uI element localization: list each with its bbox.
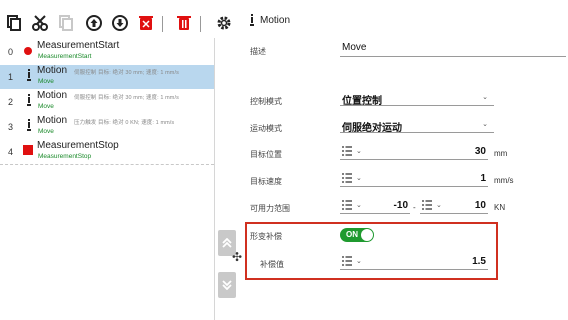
target-speed-label: 目标速度 [250,177,282,186]
properties-title: Motion [260,14,291,26]
toolbar-separator [162,16,163,32]
row-name: MeasurementStop [37,140,119,151]
cut-icon[interactable] [30,12,50,34]
motion-icon [27,69,31,81]
list-icon [342,146,352,156]
force-min-field[interactable]: ⌄ -10 [340,197,410,214]
target-position-unit: mm [494,149,508,158]
settings-icon[interactable] [214,12,234,34]
list-item[interactable]: 3 Motion 压力触发 目标: 绝对 0 KN; 速度: 1 mm/s Mo… [0,115,214,139]
target-speed-field[interactable]: ⌄ 1 [340,170,488,187]
chevron-down-icon: ⌄ [482,121,488,128]
toolbar [0,12,240,38]
row-name: Motion [37,115,68,126]
motion-icon [27,119,31,131]
toolbar-separator [200,16,201,32]
list-icon [342,173,352,183]
target-position-value: 30 [474,146,486,157]
description-value: Move [342,42,367,53]
row-name: MeasurementStart [37,40,120,51]
row-params: 伺服控制 目标: 绝对 30 mm; 速度: 1 mm/s [74,70,179,76]
chevron-double-up-icon [222,238,232,248]
properties-header: Motion [250,14,290,26]
row-name: Motion [37,65,68,76]
chevron-down-icon: ⌄ [436,202,442,209]
target-speed-value: 1 [480,173,486,184]
force-min-value: -10 [393,200,408,211]
list-icon [342,200,352,210]
row-subtitle: MeasurementStop [38,153,92,160]
move-up-icon[interactable] [84,12,104,34]
chevron-down-icon: ⌄ [356,175,362,182]
motion-icon [27,94,31,106]
delete-icon[interactable] [174,12,194,34]
row-index: 0 [8,47,14,57]
chevron-down-icon: ⌄ [356,202,362,209]
measurement-stop-icon [23,145,33,155]
motion-mode-value: 伺服绝对运动 [342,123,402,134]
row-subtitle: Move [38,103,54,110]
list-icon [422,200,432,210]
target-speed-unit: mm/s [494,176,514,185]
row-index: 3 [8,122,14,132]
row-index: 1 [8,72,14,82]
chevron-double-down-icon [222,280,232,290]
target-position-field[interactable]: ⌄ 30 [340,143,488,160]
list-item[interactable]: 0 MeasurementStart MeasurementStart [0,40,214,64]
row-name: Motion [37,90,68,101]
sequence-list: 0 MeasurementStart MeasurementStart 1 Mo… [0,38,215,320]
force-max-field[interactable]: ⌄ 10 [420,197,488,214]
force-range-label: 可用力范围 [250,204,290,213]
row-index: 4 [8,147,14,157]
row-index: 2 [8,97,14,107]
motion-icon [250,14,254,26]
force-range-separator: - [413,203,416,212]
row-subtitle: MeasurementStart [38,53,92,60]
row-subtitle: Move [38,78,54,85]
measurement-start-icon [24,47,32,55]
copy-icon[interactable] [4,12,24,34]
description-field[interactable]: Move [340,40,566,57]
list-item[interactable]: 1 Motion 伺服控制 目标: 绝对 30 mm; 速度: 1 mm/s M… [0,65,214,89]
control-mode-label: 控制模式 [250,97,282,106]
row-subtitle: Move [38,128,54,135]
description-label: 描述 [250,47,266,56]
force-range-unit: KN [494,203,506,212]
control-mode-select[interactable]: 位置控制 ⌄ [340,89,494,107]
motion-mode-select[interactable]: 伺服绝对运动 ⌄ [340,116,494,134]
motion-mode-label: 运动模式 [250,124,282,133]
target-position-label: 目标位置 [250,150,282,159]
paste-icon[interactable] [56,12,76,34]
chevron-down-icon: ⌄ [482,94,488,101]
row-params: 伺服控制 目标: 绝对 30 mm; 速度: 1 mm/s [74,95,179,101]
delete-cross-icon[interactable] [136,12,156,34]
chevron-down-icon: ⌄ [356,148,362,155]
list-item[interactable]: 4 MeasurementStop MeasurementStop [0,140,214,165]
row-params: 压力触发 目标: 绝对 0 KN; 速度: 1 mm/s [74,120,175,126]
control-mode-value: 位置控制 [342,96,382,107]
collapse-down-button[interactable] [218,272,236,298]
move-down-icon[interactable] [110,12,130,34]
force-max-value: 10 [474,200,486,211]
list-item[interactable]: 2 Motion 伺服控制 目标: 绝对 30 mm; 速度: 1 mm/s M… [0,90,214,114]
highlight-box [245,222,498,280]
